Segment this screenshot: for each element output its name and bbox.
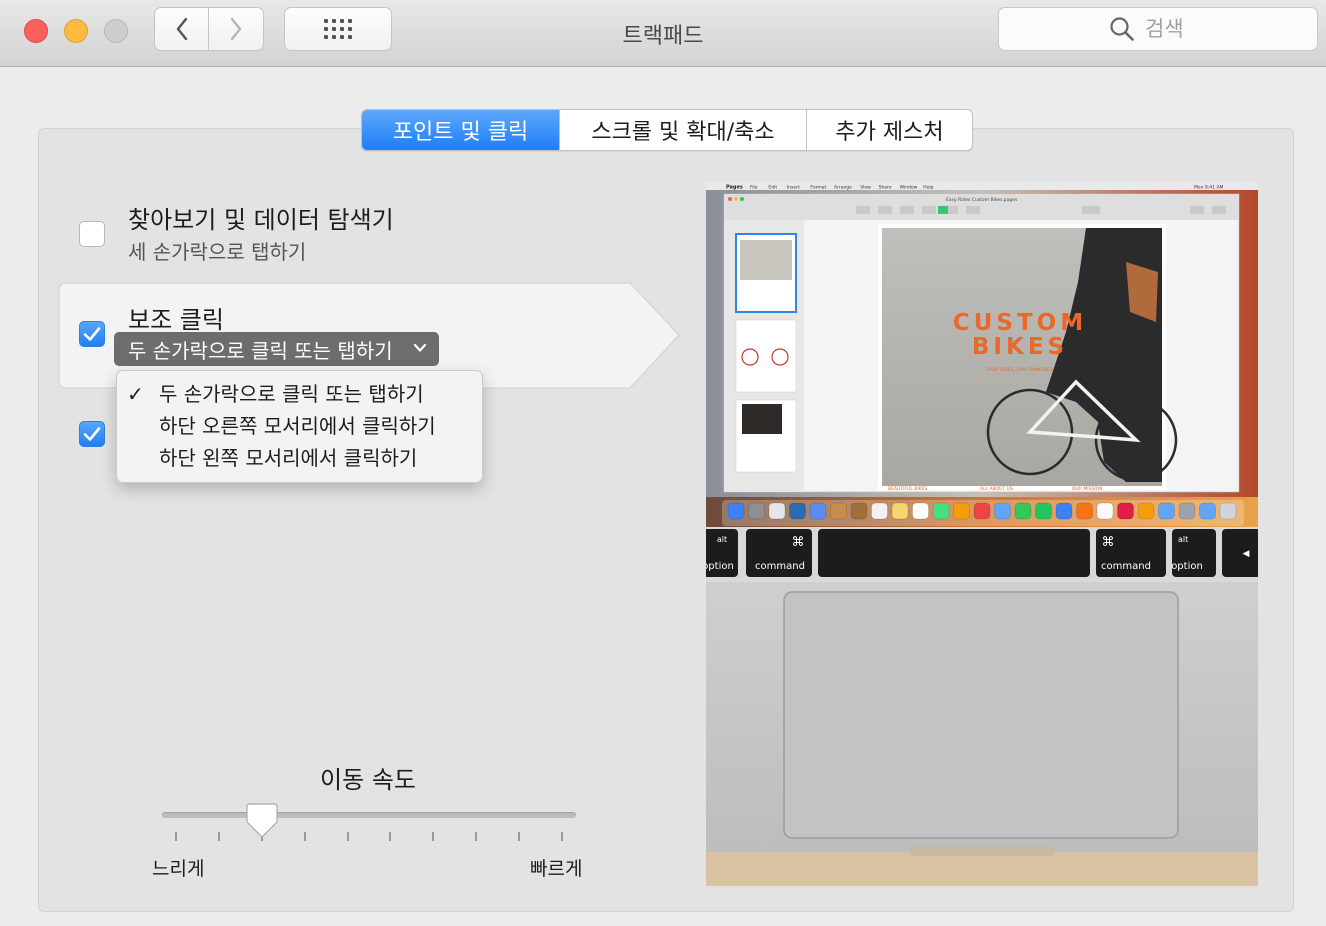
tab-scroll-and-zoom[interactable]: 스크롤 및 확대/축소 bbox=[559, 110, 806, 150]
gesture-preview-image: Pages File Edit Insert Format Arrange View Sha… bbox=[706, 182, 1258, 886]
dock-app-icon bbox=[1178, 502, 1196, 520]
checkmark-icon bbox=[83, 427, 101, 441]
lookup-subtitle: 세 손가락으로 탭하기 bbox=[128, 240, 307, 264]
tracking-speed-ticks bbox=[162, 832, 576, 844]
dock-app-icon bbox=[1035, 502, 1052, 520]
lookup-title: 찾아보기 및 데이터 탐색기 bbox=[128, 206, 394, 234]
title-bar: 트랙패드 bbox=[0, 0, 1326, 67]
checkmark-icon: ✓ bbox=[127, 382, 144, 406]
secondary-click-checkbox[interactable] bbox=[79, 321, 105, 347]
dock-app-icon bbox=[1096, 502, 1114, 520]
dock-app-icon bbox=[953, 502, 970, 520]
key-arrow: ◀ bbox=[1243, 549, 1250, 559]
dock-app-icon bbox=[1199, 502, 1216, 520]
dock-app-icon bbox=[994, 502, 1011, 520]
slider-tick bbox=[175, 832, 177, 841]
macbook-illustration: Pages File Edit Insert Format Arrange View Sha… bbox=[706, 182, 1258, 886]
secondary-click-selected: 두 손가락으로 클릭 또는 탭하기 bbox=[128, 338, 393, 363]
preview-doc-title: Easy Rides Custom Bikes.pages bbox=[946, 197, 1018, 203]
preview-menubar-clock: Mon 9:41 AM bbox=[1194, 185, 1224, 191]
key-command-right: command bbox=[1101, 561, 1151, 572]
dock-app-icon bbox=[1014, 502, 1032, 520]
menu-item-label: 하단 오른쪽 모서리에서 클릭하기 bbox=[159, 414, 436, 438]
dock-app-icon bbox=[871, 502, 888, 520]
key-command-left: command bbox=[755, 561, 805, 572]
search-field[interactable] bbox=[998, 7, 1318, 51]
slider-tick bbox=[217, 832, 220, 841]
menu-item-bottom-right[interactable]: 하단 오른쪽 모서리에서 클릭하기 bbox=[117, 410, 482, 442]
secondary-click-menu: ✓ 두 손가락으로 클릭 또는 탭하기 하단 오른쪽 모서리에서 클릭하기 하단… bbox=[116, 370, 483, 483]
dock-app-icon bbox=[912, 502, 929, 520]
key-alt-right: alt bbox=[1178, 535, 1188, 544]
preview-dock-icons bbox=[727, 502, 1237, 520]
secondary-click-title: 보조 클릭 bbox=[128, 306, 224, 334]
slider-tick bbox=[561, 832, 563, 841]
secondary-click-popup[interactable]: 두 손가락으로 클릭 또는 탭하기 bbox=[114, 332, 439, 366]
dock-app-icon bbox=[789, 502, 806, 520]
tab-bar: 포인트 및 클릭 스크롤 및 확대/축소 추가 제스처 bbox=[361, 109, 973, 151]
chevron-down-icon bbox=[413, 343, 427, 352]
slider-tick bbox=[518, 832, 521, 841]
menu-item-two-finger[interactable]: ✓ 두 손가락으로 클릭 또는 탭하기 bbox=[117, 378, 482, 410]
menu-item-label: 두 손가락으로 클릭 또는 탭하기 bbox=[159, 382, 424, 406]
preview-doc-tagline: EASY RIDES, SAN FRANCISCO bbox=[987, 367, 1054, 373]
preview-keyboard: alt option ⌘ command ⌘ command alt optio… bbox=[706, 529, 1258, 577]
search-input[interactable] bbox=[1143, 16, 1207, 42]
dock-app-icon bbox=[830, 502, 847, 520]
menu-item-label: 하단 왼쪽 모서리에서 클릭하기 bbox=[159, 446, 418, 470]
dock-app-icon bbox=[850, 502, 868, 520]
dock-app-icon bbox=[1076, 502, 1093, 520]
preview-trackpad bbox=[783, 591, 1179, 839]
dock-app-icon bbox=[891, 502, 909, 520]
dock-app-icon bbox=[973, 502, 991, 520]
menu-item-bottom-left[interactable]: 하단 왼쪽 모서리에서 클릭하기 bbox=[117, 442, 482, 474]
tab-point-and-click[interactable]: 포인트 및 클릭 bbox=[362, 110, 559, 150]
magnifier-icon bbox=[1110, 17, 1134, 41]
key-option-left: option bbox=[706, 561, 734, 572]
dock-app-icon bbox=[1117, 502, 1134, 520]
key-cmd-symbol-left: ⌘ bbox=[792, 535, 805, 550]
slow-label: 느리게 bbox=[152, 858, 205, 880]
tab-more-gestures[interactable]: 추가 제스처 bbox=[806, 110, 972, 150]
dock-app-icon bbox=[768, 502, 786, 520]
preview-doc-heading-1: CUSTOM bbox=[953, 310, 1087, 336]
slider-tick bbox=[303, 832, 306, 841]
dock-app-icon bbox=[932, 502, 950, 520]
preview-doc-heading-2: BIKES bbox=[972, 334, 1068, 360]
slider-tick bbox=[346, 832, 349, 841]
slider-tick bbox=[389, 832, 392, 841]
third-option-checkbox[interactable] bbox=[79, 421, 105, 447]
dock-app-icon bbox=[1158, 502, 1175, 520]
tracking-speed-knob[interactable] bbox=[245, 802, 279, 840]
slider-tick bbox=[475, 832, 478, 841]
dock-app-icon bbox=[809, 502, 827, 520]
lookup-checkbox[interactable] bbox=[79, 221, 105, 247]
dock-app-icon bbox=[1219, 502, 1237, 520]
dock-app-icon bbox=[1055, 502, 1073, 520]
tracking-speed-label: 이동 속도 bbox=[320, 766, 416, 794]
dock-app-icon bbox=[748, 502, 765, 520]
tracking-speed-track[interactable] bbox=[162, 812, 576, 818]
key-alt-left: alt bbox=[717, 535, 727, 544]
key-option-right: option bbox=[1171, 561, 1203, 572]
slider-tick bbox=[432, 832, 435, 841]
preview-menubar-app: Pages bbox=[726, 185, 743, 191]
fast-label: 빠르게 bbox=[530, 858, 583, 880]
dock-app-icon bbox=[727, 502, 745, 520]
checkmark-icon bbox=[83, 327, 101, 341]
dock-app-icon bbox=[1137, 502, 1155, 520]
key-cmd-symbol-right: ⌘ bbox=[1102, 535, 1115, 550]
